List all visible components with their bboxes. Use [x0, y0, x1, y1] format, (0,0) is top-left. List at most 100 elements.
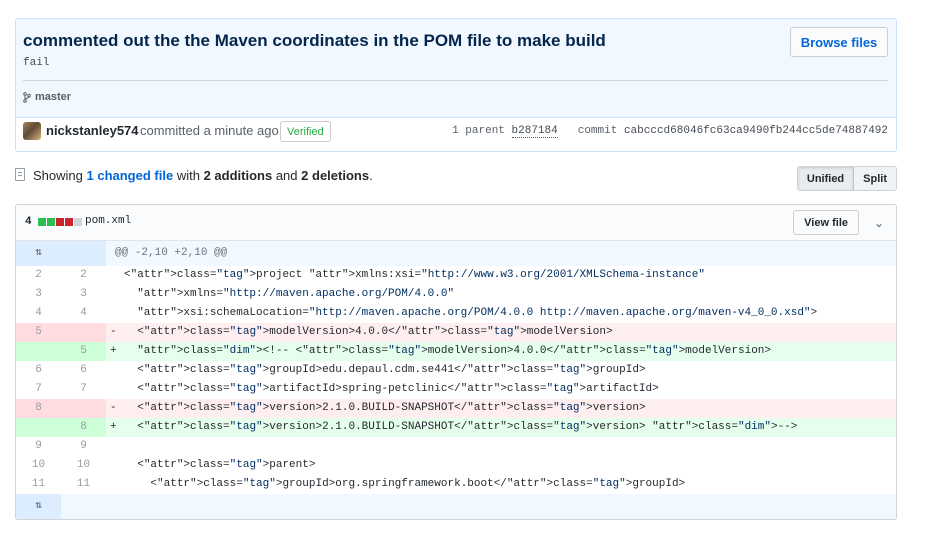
diff-sign — [106, 475, 124, 494]
verified-badge[interactable]: Verified — [280, 121, 331, 142]
unified-button[interactable]: Unified — [797, 167, 855, 190]
diff-line-context: 77 <"attr">class="tag">artifactId>spring… — [16, 380, 896, 399]
diff-sign: + — [110, 421, 117, 433]
commit-description: fail — [23, 57, 50, 69]
new-line-number[interactable] — [61, 399, 106, 418]
diff-sign: + — [110, 345, 117, 357]
branch-name[interactable]: master — [35, 91, 71, 103]
diff-line-context: 10 10 <"attr">class="tag">parent> — [16, 456, 896, 475]
commit-author[interactable]: nickstanley574 — [46, 123, 139, 138]
code-line: <"attr">class="tag">project "attr">xmlns… — [124, 269, 705, 281]
new-line-number[interactable]: 3 — [61, 285, 106, 304]
commit-meta: nickstanley574 committed a minute ago Ve… — [16, 117, 896, 151]
expand-spacer — [61, 494, 896, 519]
old-line-number[interactable]: 3 — [16, 285, 61, 304]
diff-sign: - — [110, 326, 117, 338]
new-line-number[interactable]: 6 — [61, 361, 106, 380]
new-line-number[interactable]: 4 — [61, 304, 106, 323]
code-line: <"attr">class="tag">groupId>edu.depaul.c… — [124, 364, 646, 376]
commit-sha: cabcccd68046fc63ca9490fb244cc5de74887492 — [623, 125, 888, 137]
commit-sha-area: 1 parent b287184 commit cabcccd68046fc63… — [452, 125, 888, 138]
file-diff: 4 pom.xml View file ⌄ ⇅ @@ -2,10 +2,10 @… — [15, 204, 897, 520]
diff-sign — [106, 266, 124, 285]
hunk-num-spacer — [61, 241, 106, 266]
diff-sign — [106, 456, 124, 475]
new-line-number[interactable]: 9 — [61, 437, 106, 456]
file-diff-icon — [15, 168, 25, 181]
parent-sha-link[interactable]: b287184 — [511, 125, 558, 138]
code-line: <"attr">class="tag">parent> — [124, 459, 316, 471]
diffstat-block — [65, 218, 73, 226]
summary-with: with — [176, 168, 200, 183]
diffstat-block — [74, 218, 82, 226]
code-line: <"attr">class="tag">groupId>org.springfr… — [124, 478, 686, 490]
code-line: <"attr">class="tag">version>2.1.0.BUILD-… — [124, 421, 798, 433]
unfold-icon[interactable]: ⇅ — [16, 494, 61, 519]
file-header: 4 pom.xml View file ⌄ — [16, 205, 896, 241]
code-line: "attr">class="dim"><!-- <"attr">class="t… — [137, 345, 771, 357]
commit-title: commented out the the Maven coordinates … — [23, 31, 606, 50]
commit-header: commented out the the Maven coordinates … — [15, 18, 897, 152]
avatar[interactable] — [23, 122, 41, 140]
new-line-number[interactable] — [61, 323, 106, 342]
diffstat-count: 4 — [25, 216, 32, 228]
unfold-icon[interactable]: ⇅ — [16, 241, 61, 266]
old-line-number[interactable]: 4 — [16, 304, 61, 323]
expand-row: ⇅ — [16, 494, 896, 519]
code-line: "attr">xsi:schemaLocation="http://maven.… — [137, 307, 818, 319]
summary-period: . — [369, 168, 373, 183]
deletions-count: 2 deletions — [301, 168, 370, 183]
code-line: "attr">xmlns="http://maven.apache.org/PO… — [137, 288, 455, 300]
diff-line-addition: 8 + <"attr">class="tag">version>2.1.0.BUI… — [16, 418, 896, 437]
branch-divider — [23, 80, 888, 81]
code-line: <"attr">class="tag">version>2.1.0.BUILD-… — [124, 402, 646, 414]
new-line-number[interactable]: 2 — [61, 266, 106, 285]
old-line-number[interactable]: 6 — [16, 361, 61, 380]
new-line-number[interactable]: 10 — [61, 456, 106, 475]
old-line-number[interactable]: 2 — [16, 266, 61, 285]
diff-line-deletion: 8 - <"attr">class="tag">version>2.1.0.BUI… — [16, 399, 896, 418]
view-file-button[interactable]: View file — [793, 210, 859, 235]
diffstat-block — [56, 218, 64, 226]
diff-view-toggle: Unified Split — [796, 166, 897, 191]
diff-line-context: 11 11 <"attr">class="tag">groupId>org.spr… — [16, 475, 896, 494]
diff-sign: - — [110, 402, 117, 414]
diff-summary: Showing 1 changed file with 2 additions … — [15, 166, 897, 191]
summary-and: and — [275, 168, 298, 183]
changed-files-link[interactable]: 1 changed file — [87, 168, 174, 183]
parent-label: 1 parent — [452, 125, 505, 137]
additions-count: 2 additions — [203, 168, 273, 183]
old-line-number[interactable] — [16, 342, 61, 361]
diff-line-context: 99 — [16, 437, 896, 456]
old-line-number[interactable]: 7 — [16, 380, 61, 399]
chevron-down-icon[interactable]: ⌄ — [874, 216, 884, 230]
commit-label: commit — [577, 125, 618, 137]
file-name[interactable]: pom.xml — [85, 215, 131, 227]
split-button[interactable]: Split — [854, 167, 896, 190]
diffstat-blocks — [38, 218, 82, 226]
old-line-number[interactable]: 11 — [16, 475, 61, 494]
branch-indicator: master — [23, 91, 71, 103]
code-line: <"attr">class="tag">modelVersion>4.0.0</… — [124, 326, 613, 338]
new-line-number[interactable]: 5 — [61, 342, 106, 361]
diff-sign — [106, 437, 124, 456]
new-line-number[interactable]: 7 — [61, 380, 106, 399]
diff-line-addition: 5 + "attr">class="dim"><!-- <"attr">class… — [16, 342, 896, 361]
new-line-number[interactable]: 8 — [61, 418, 106, 437]
old-line-number[interactable]: 8 — [16, 399, 61, 418]
diff-summary-text: Showing 1 changed file with 2 additions … — [33, 168, 373, 183]
old-line-number[interactable]: 5 — [16, 323, 61, 342]
new-line-number[interactable]: 11 — [61, 475, 106, 494]
old-line-number[interactable] — [16, 418, 61, 437]
diff-line-context: 2 2 <"attr">class="tag">project "attr">xml… — [16, 266, 896, 285]
git-branch-icon — [23, 91, 31, 103]
hunk-header: @@ -2,10 +2,10 @@ — [115, 247, 228, 259]
browse-files-button[interactable]: Browse files — [790, 27, 888, 57]
diffstat-block — [47, 218, 55, 226]
old-line-number[interactable]: 9 — [16, 437, 61, 456]
summary-prefix: Showing — [33, 168, 83, 183]
diff-table: ⇅ @@ -2,10 +2,10 @@ 2 2 <"attr">class="tag… — [16, 241, 896, 519]
diff-line-context: 66 <"attr">class="tag">groupId>edu.depau… — [16, 361, 896, 380]
old-line-number[interactable]: 10 — [16, 456, 61, 475]
